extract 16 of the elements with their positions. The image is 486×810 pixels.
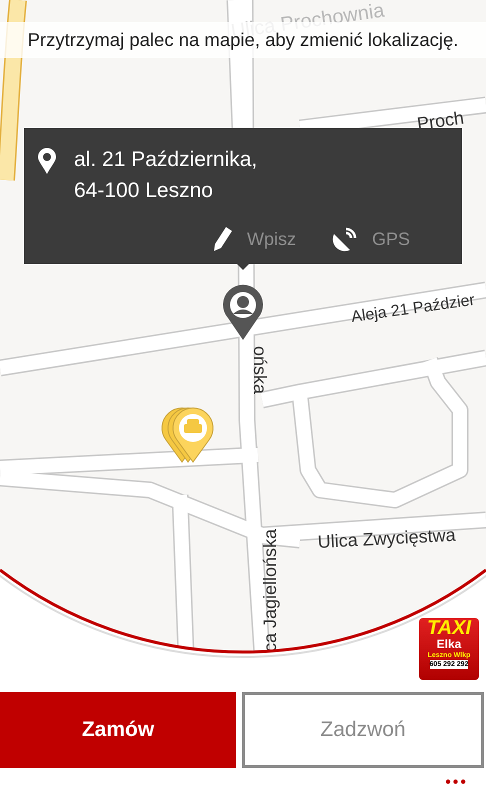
type-address-button[interactable]: Wpisz — [212, 226, 296, 252]
order-button[interactable]: Zamów — [0, 692, 236, 768]
call-button[interactable]: Zadzwoń — [242, 692, 484, 768]
person-pin-icon[interactable] — [223, 284, 263, 340]
street-label: ońska — [250, 346, 270, 394]
satellite-dish-icon — [332, 226, 358, 252]
logo-name: Elka — [436, 638, 462, 651]
address-text: al. 21 Października, 64-100 Leszno — [74, 147, 258, 204]
more-button[interactable]: ••• — [445, 774, 468, 792]
street-label: Proch — [416, 108, 466, 134]
street-label: Aleja 21 Paździer — [350, 292, 476, 326]
street-label: Ulica Zwycięstwa — [317, 524, 456, 552]
pencil-icon — [212, 226, 233, 252]
location-pin-icon — [38, 148, 56, 174]
gps-button[interactable]: GPS — [332, 226, 410, 252]
logo-title: TAXI — [426, 618, 472, 638]
